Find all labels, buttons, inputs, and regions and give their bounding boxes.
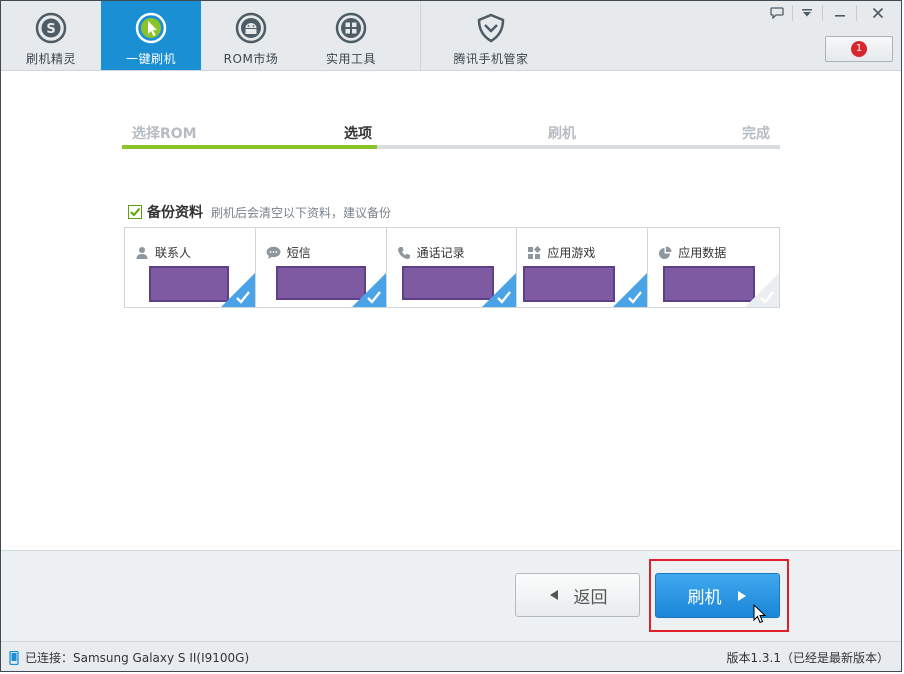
step-progress-track bbox=[122, 145, 780, 149]
redacted-block bbox=[401, 266, 494, 300]
redacted-block bbox=[523, 266, 616, 302]
backup-item-app-data[interactable]: 应用数据 bbox=[648, 228, 779, 307]
backup-checkbox[interactable] bbox=[128, 205, 142, 219]
feedback-button[interactable] bbox=[766, 3, 788, 23]
selected-check-corner-icon bbox=[220, 273, 255, 307]
connection-status: 已连接：Samsung Galaxy S II(I9100G) bbox=[25, 651, 250, 665]
backup-hint: 刷机后会清空以下资料，建议备份 bbox=[211, 205, 392, 220]
window-controls-divider bbox=[822, 5, 823, 21]
triangle-left-icon bbox=[549, 590, 558, 600]
step-flash: 刷机 bbox=[548, 126, 576, 142]
notification-button[interactable]: 1 bbox=[825, 36, 893, 62]
top-nav-bar: S 刷机精灵 一键刷机 ROM市场 实用工具 腾讯手机管家 1 bbox=[1, 1, 901, 71]
close-button[interactable] bbox=[867, 3, 889, 23]
backup-title: 备份资料 bbox=[147, 205, 203, 221]
svg-text:S: S bbox=[46, 22, 55, 37]
backup-item-label: 短信 bbox=[286, 246, 311, 260]
phone-icon bbox=[397, 246, 410, 259]
flash-button-label: 刷机 bbox=[687, 588, 722, 608]
selected-check-corner-icon bbox=[351, 273, 386, 307]
backup-item-label: 应用数据 bbox=[678, 246, 727, 260]
cursor-arrow-icon bbox=[135, 12, 167, 44]
nav-item-brush-genie[interactable]: S 刷机精灵 bbox=[1, 1, 101, 70]
nav-item-label: 实用工具 bbox=[325, 52, 376, 66]
backup-item-label: 联系人 bbox=[155, 246, 192, 260]
apps-grid-icon bbox=[528, 245, 542, 259]
nav-item-one-click-flash[interactable]: 一键刷机 bbox=[101, 1, 201, 70]
triangle-right-icon bbox=[737, 590, 746, 601]
back-button-label: 返回 bbox=[573, 587, 608, 608]
status-bar: 已连接：Samsung Galaxy S II(I9100G) 版本1.3.1（… bbox=[1, 641, 901, 671]
grid-tools-icon bbox=[335, 12, 367, 44]
unselected-check-corner-icon bbox=[744, 273, 779, 307]
menu-dropdown-button[interactable] bbox=[796, 3, 818, 23]
redacted-block bbox=[663, 266, 756, 302]
backup-items: 联系人 短信 通话记录 应用游戏 应用数据 bbox=[124, 227, 780, 308]
backup-item-label: 通话记录 bbox=[416, 246, 465, 260]
phone-device-icon bbox=[9, 650, 19, 665]
nav-item-label: 腾讯手机管家 bbox=[453, 52, 529, 66]
minimize-icon bbox=[835, 15, 845, 17]
shield-icon bbox=[477, 13, 505, 43]
step-progress-fill bbox=[122, 145, 377, 149]
notification-badge: 1 bbox=[851, 41, 867, 57]
backup-item-label: 应用游戏 bbox=[547, 246, 596, 260]
nav-item-utilities[interactable]: 实用工具 bbox=[301, 1, 401, 70]
backup-item-call-log[interactable]: 通话记录 bbox=[386, 228, 518, 307]
window-controls-divider bbox=[856, 5, 857, 21]
checkmark-icon bbox=[130, 207, 141, 217]
nav-item-label: ROM市场 bbox=[223, 52, 279, 66]
window-controls-divider bbox=[792, 5, 793, 21]
s-logo-icon: S bbox=[35, 12, 67, 44]
nav-item-label: 刷机精灵 bbox=[25, 52, 76, 66]
minimize-button[interactable] bbox=[829, 3, 851, 23]
mouse-pointer-icon bbox=[753, 604, 767, 624]
selected-check-corner-icon bbox=[613, 273, 648, 307]
backup-item-sms[interactable]: 短信 bbox=[255, 228, 387, 307]
backup-item-apps-games[interactable]: 应用游戏 bbox=[517, 228, 649, 307]
nav-item-label: 一键刷机 bbox=[125, 52, 176, 66]
backup-section-header: 备份资料 刷机后会清空以下资料，建议备份 bbox=[128, 202, 391, 222]
nav-item-tencent-manager[interactable]: 腾讯手机管家 bbox=[421, 1, 561, 70]
nav-item-rom-market[interactable]: ROM市场 bbox=[201, 1, 301, 70]
person-icon bbox=[136, 246, 148, 259]
pie-chart-icon bbox=[659, 246, 672, 259]
selected-check-corner-icon bbox=[482, 273, 517, 307]
back-button[interactable]: 返回 bbox=[515, 573, 640, 617]
app-window: S 刷机精灵 一键刷机 ROM市场 实用工具 腾讯手机管家 1 选择ROM 选项… bbox=[0, 0, 902, 672]
close-icon bbox=[872, 7, 884, 19]
speech-bubble-icon bbox=[770, 7, 784, 19]
step-options: 选项 bbox=[344, 126, 372, 142]
version-info: 版本1.3.1（已经是最新版本） bbox=[726, 651, 889, 665]
chat-bubble-icon bbox=[266, 246, 281, 259]
redacted-block bbox=[149, 266, 229, 302]
step-select-rom: 选择ROM bbox=[132, 126, 197, 142]
step-done: 完成 bbox=[742, 126, 770, 142]
dropdown-menu-icon bbox=[802, 9, 812, 17]
android-icon bbox=[235, 12, 267, 44]
backup-item-contacts[interactable]: 联系人 bbox=[125, 228, 256, 307]
